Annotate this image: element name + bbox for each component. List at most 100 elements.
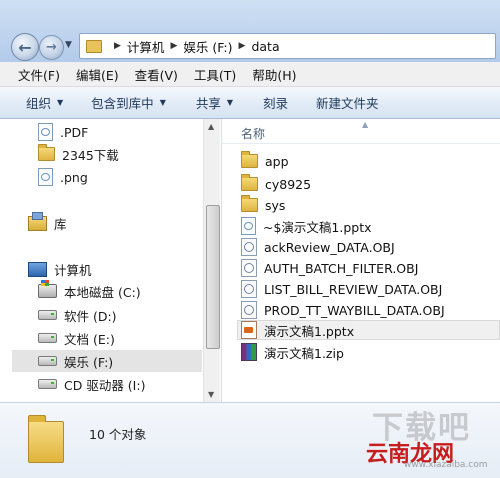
nav-item-label: 2345下载: [62, 147, 119, 163]
obj-file-icon: [241, 280, 257, 298]
folder-icon: [86, 39, 102, 53]
file-name: PROD_TT_WAYBILL_DATA.OBJ: [264, 302, 445, 318]
menu-tools[interactable]: 工具(T): [186, 65, 244, 84]
back-button[interactable]: ←: [11, 33, 39, 61]
file-icon: [38, 168, 53, 186]
column-name-header[interactable]: 名称: [241, 125, 265, 142]
file-row-selected[interactable]: 演示文稿1.pptx: [237, 320, 500, 340]
drive-icon: [38, 356, 57, 366]
file-name: 演示文稿1.pptx: [264, 323, 355, 339]
watermark-url: www.xiazaiba.com: [404, 460, 488, 470]
system-drive-icon: [38, 280, 57, 298]
file-row[interactable]: cy8925: [241, 174, 311, 194]
file-row[interactable]: sys: [241, 195, 285, 215]
file-name: sys: [265, 197, 286, 213]
file-name: AUTH_BATCH_FILTER.OBJ: [264, 260, 419, 276]
sort-ascending-icon: ▲: [362, 120, 369, 129]
nav-scrollbar[interactable]: ▲ ▼: [203, 119, 220, 402]
obj-file-icon: [241, 259, 257, 277]
zip-icon: [241, 343, 257, 361]
scroll-thumb[interactable]: [206, 205, 220, 349]
scroll-down-icon[interactable]: ▼: [208, 390, 214, 399]
history-dropdown-icon[interactable]: ▼: [65, 40, 72, 50]
new-folder-button[interactable]: 新建文件夹: [300, 93, 391, 112]
breadcrumb-computer[interactable]: 计算机: [127, 37, 165, 56]
menu-edit[interactable]: 编辑(E): [68, 65, 127, 84]
menu-view[interactable]: 查看(V): [127, 65, 186, 84]
nav-item-png[interactable]: .png: [38, 167, 88, 187]
organize-button[interactable]: 组织 ▼: [0, 93, 75, 112]
computer-icon: [28, 261, 47, 277]
file-row[interactable]: PROD_TT_WAYBILL_DATA.OBJ: [241, 300, 445, 320]
library-icon: [28, 211, 47, 231]
file-name: cy8925: [265, 176, 312, 192]
file-row[interactable]: ~$演示文稿1.pptx: [241, 216, 372, 236]
nav-item-pdf[interactable]: .PDF: [38, 122, 88, 142]
menu-bar: 文件(F) 编辑(E) 查看(V) 工具(T) 帮助(H): [0, 62, 500, 87]
nav-item-drive-d[interactable]: 软件 (D:): [38, 305, 117, 325]
breadcrumb-drive[interactable]: 娱乐 (F:): [183, 37, 232, 56]
obj-file-icon: [241, 301, 257, 319]
nav-item-computer[interactable]: 计算机: [28, 259, 92, 279]
drive-icon: [38, 310, 57, 320]
file-name: ~$演示文稿1.pptx: [263, 219, 372, 235]
scroll-up-icon[interactable]: ▲: [208, 122, 214, 131]
nav-item-label: CD 驱动器 (I:): [64, 377, 146, 393]
document-icon: [241, 217, 256, 235]
nav-item-2345-downloads[interactable]: 2345下载: [38, 144, 119, 164]
pptx-icon: [241, 321, 257, 339]
share-label: 共享: [195, 96, 221, 111]
file-name: LIST_BILL_REVIEW_DATA.OBJ: [264, 281, 443, 297]
chevron-right-icon[interactable]: ▶: [170, 41, 177, 51]
file-name: ackReview_DATA.OBJ: [264, 239, 395, 255]
nav-item-label: 库: [54, 216, 67, 232]
nav-item-label: 文档 (E:): [64, 331, 115, 347]
menu-file[interactable]: 文件(F): [0, 65, 68, 84]
nav-item-label: 本地磁盘 (C:): [64, 284, 141, 300]
nav-item-drive-e[interactable]: 文档 (E:): [38, 328, 115, 348]
breadcrumb-folder[interactable]: data: [251, 39, 279, 54]
file-row[interactable]: app: [241, 151, 289, 171]
forward-button[interactable]: →: [39, 35, 64, 60]
include-in-library-label: 包含到库中: [91, 96, 154, 111]
chevron-right-icon[interactable]: ▶: [114, 41, 121, 51]
dropdown-arrow-icon: ▼: [159, 98, 166, 107]
column-header: 名称 ▲: [222, 119, 500, 144]
folder-icon: [241, 195, 258, 212]
nav-item-drive-c[interactable]: 本地磁盘 (C:): [38, 280, 141, 301]
dropdown-arrow-icon: ▼: [226, 98, 234, 107]
file-icon: [38, 123, 53, 141]
command-bar: 组织 ▼ 包含到库中 ▼ 共享 ▼ 刻录 新建文件夹: [0, 87, 500, 119]
nav-item-cd-drive[interactable]: CD 驱动器 (I:): [38, 374, 145, 394]
menu-help[interactable]: 帮助(H): [244, 65, 304, 84]
file-row[interactable]: 演示文稿1.zip: [241, 342, 344, 362]
address-box[interactable]: ▶ 计算机 ▶ 娱乐 (F:) ▶ data: [79, 33, 496, 59]
chevron-right-icon[interactable]: ▶: [239, 41, 246, 51]
nav-item-libraries[interactable]: 库: [28, 211, 67, 233]
back-arrow-icon: ←: [18, 37, 32, 57]
folder-icon: [241, 174, 258, 191]
cd-drive-icon: [38, 379, 57, 389]
organize-label: 组织: [26, 96, 52, 111]
folder-large-icon: [28, 415, 64, 463]
nav-item-label: 娱乐 (F:): [64, 354, 114, 370]
nav-item-label: .png: [60, 169, 88, 185]
dropdown-arrow-icon: ▼: [57, 98, 64, 107]
share-button[interactable]: 共享 ▼: [178, 93, 245, 112]
nav-item-drive-f[interactable]: 娱乐 (F:): [12, 350, 202, 372]
file-row[interactable]: LIST_BILL_REVIEW_DATA.OBJ: [241, 279, 442, 299]
forward-arrow-icon: →: [46, 40, 57, 55]
folder-icon: [38, 144, 55, 161]
nav-item-label: 软件 (D:): [64, 308, 117, 324]
nav-item-label: 计算机: [54, 262, 92, 278]
folder-icon: [241, 151, 258, 168]
file-row[interactable]: ackReview_DATA.OBJ: [241, 237, 395, 257]
file-list-pane: 名称 ▲ app cy8925 sys ~$演示文稿1.pptx ackRevi…: [221, 119, 500, 402]
burn-button[interactable]: 刻录: [245, 93, 300, 112]
item-count: 10 个对象: [89, 427, 147, 442]
nav-item-label: .PDF: [60, 124, 89, 140]
include-in-library-button[interactable]: 包含到库中 ▼: [75, 93, 178, 112]
obj-file-icon: [241, 238, 257, 256]
navigation-pane: .PDF 2345下载 .png 库 计算机 本地磁盘 (C:) 软件 (D:)…: [0, 119, 220, 402]
file-row[interactable]: AUTH_BATCH_FILTER.OBJ: [241, 258, 418, 278]
